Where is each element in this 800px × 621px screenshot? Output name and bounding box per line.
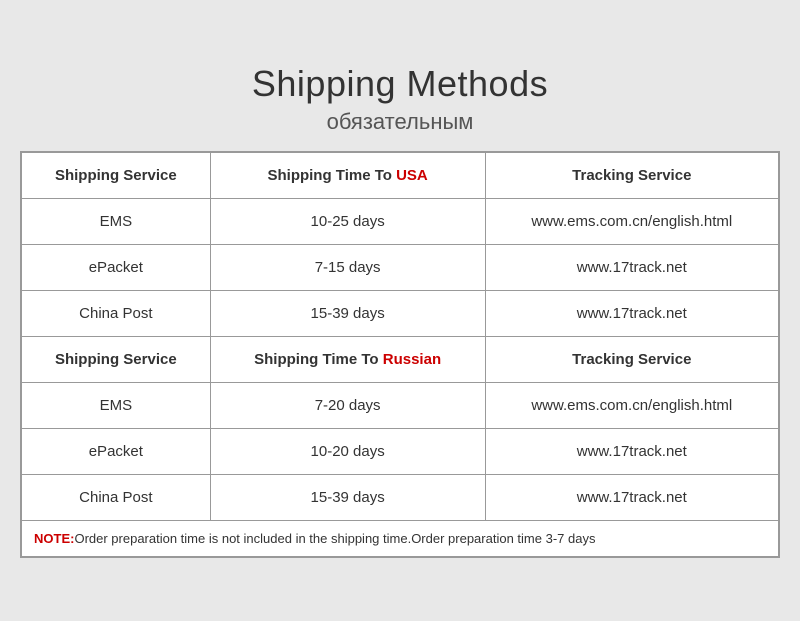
table-container: Shipping Service Shipping Time To USA Tr… [20,151,780,558]
russian-col3-header: Tracking Service [485,337,778,383]
usa-col2-header: Shipping Time To USA [210,153,485,199]
russian-col2-prefix: Shipping Time To [254,351,383,368]
russian-col1-header: Shipping Service [22,337,211,383]
usa-row3-tracking: www.17track.net [485,291,778,337]
usa-row3-service: China Post [22,291,211,337]
usa-row2-service: ePacket [22,245,211,291]
note-text: Order preparation time is not included i… [74,531,595,546]
table-row: ePacket 10-20 days www.17track.net [22,429,779,475]
main-title: Shipping Methods [20,63,780,105]
table-row: EMS 7-20 days www.ems.com.cn/english.htm… [22,383,779,429]
title-section: Shipping Methods обязательным [20,63,780,135]
russian-header-row: Shipping Service Shipping Time To Russia… [22,337,779,383]
russian-row3-time: 15-39 days [210,475,485,521]
russian-col2-header: Shipping Time To Russian [210,337,485,383]
russian-row1-service: EMS [22,383,211,429]
russian-row2-service: ePacket [22,429,211,475]
russian-row2-time: 10-20 days [210,429,485,475]
note-row: NOTE:Order preparation time is not inclu… [22,521,779,557]
usa-row1-tracking: www.ems.com.cn/english.html [485,199,778,245]
usa-row1-service: EMS [22,199,211,245]
usa-header-row: Shipping Service Shipping Time To USA Tr… [22,153,779,199]
usa-row3-time: 15-39 days [210,291,485,337]
table-row: ePacket 7-15 days www.17track.net [22,245,779,291]
usa-col3-header: Tracking Service [485,153,778,199]
table-row: EMS 10-25 days www.ems.com.cn/english.ht… [22,199,779,245]
russian-row1-time: 7-20 days [210,383,485,429]
note-label: NOTE: [34,531,74,546]
table-row: China Post 15-39 days www.17track.net [22,475,779,521]
usa-row2-time: 7-15 days [210,245,485,291]
usa-row2-tracking: www.17track.net [485,245,778,291]
russian-row3-service: China Post [22,475,211,521]
russian-row1-tracking: www.ems.com.cn/english.html [485,383,778,429]
sub-title: обязательным [20,109,780,135]
usa-row1-time: 10-25 days [210,199,485,245]
usa-col2-prefix: Shipping Time To [267,167,396,184]
shipping-table: Shipping Service Shipping Time To USA Tr… [21,152,779,557]
page-wrapper: Shipping Methods обязательным Shipping S… [10,43,790,578]
usa-col1-header: Shipping Service [22,153,211,199]
usa-highlight: USA [396,167,428,184]
russian-row3-tracking: www.17track.net [485,475,778,521]
note-cell: NOTE:Order preparation time is not inclu… [22,521,779,557]
table-row: China Post 15-39 days www.17track.net [22,291,779,337]
russian-row2-tracking: www.17track.net [485,429,778,475]
russian-highlight: Russian [383,351,441,368]
